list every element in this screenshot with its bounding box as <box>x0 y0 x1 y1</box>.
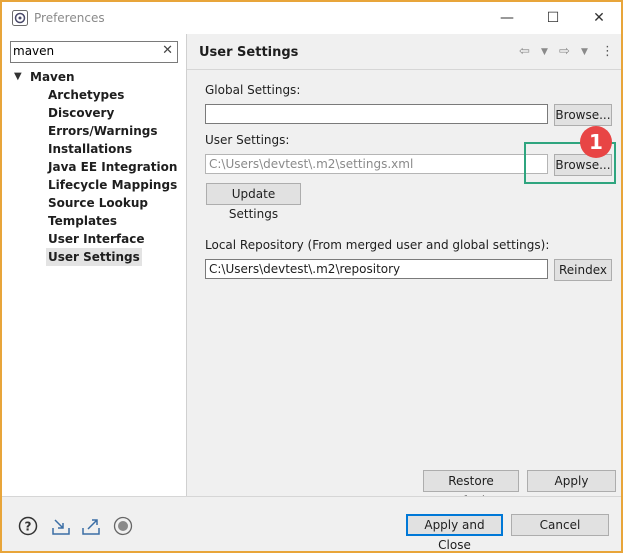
forward-arrow-icon[interactable]: ⇨ <box>559 44 570 59</box>
local-repository-label: Local Repository (From merged user and g… <box>205 238 550 252</box>
preference-page: User Settings ⇦ ▼ ⇨ ▼ ⋮ Global Settings:… <box>187 34 621 508</box>
back-dropdown-icon[interactable]: ▼ <box>541 47 548 57</box>
record-icon[interactable] <box>113 516 133 536</box>
tree-item-templates[interactable]: Templates <box>2 212 186 230</box>
tree-item-lifecycle-mappings[interactable]: Lifecycle Mappings <box>2 176 186 194</box>
tree-item-archetypes[interactable]: Archetypes <box>2 86 186 104</box>
tree-item-java-ee-integration[interactable]: Java EE Integration <box>2 158 186 176</box>
help-icon[interactable]: ? <box>18 516 38 536</box>
local-repository-field: C:\Users\devtest\.m2\repository <box>205 259 548 279</box>
tree-item-user-settings[interactable]: User Settings <box>2 248 186 266</box>
tree-item-user-interface[interactable]: User Interface <box>2 230 186 248</box>
preferences-window: Preferences — ☐ ✕ ✕ ▼ Maven Archetypes D… <box>0 0 623 553</box>
page-title: User Settings <box>199 45 299 60</box>
step-badge: 1 <box>580 126 612 158</box>
title-bar: Preferences — ☐ ✕ <box>2 2 621 34</box>
window-title: Preferences <box>34 11 105 25</box>
user-settings-label: User Settings: <box>205 133 290 147</box>
preference-navigation: ✕ ▼ Maven Archetypes Discovery Errors/Wa… <box>2 34 187 496</box>
minimize-icon[interactable]: — <box>492 6 522 30</box>
cancel-button[interactable]: Cancel <box>511 514 609 536</box>
tree-item-maven[interactable]: ▼ Maven <box>2 68 186 86</box>
update-settings-button[interactable]: Update Settings <box>206 183 301 221</box>
tree-item-installations[interactable]: Installations <box>2 140 186 158</box>
svg-text:?: ? <box>25 520 32 534</box>
dialog-footer: ? Apply and Close Cancel <box>2 496 621 551</box>
filter-field[interactable]: ✕ <box>10 41 178 63</box>
tree-item-discovery[interactable]: Discovery <box>2 104 186 122</box>
export-icon[interactable] <box>81 516 101 536</box>
close-icon[interactable]: ✕ <box>584 6 614 30</box>
apply-button[interactable]: Apply <box>527 470 616 492</box>
eclipse-app-icon <box>12 10 28 26</box>
apply-and-close-button[interactable]: Apply and Close <box>406 514 503 551</box>
clear-filter-icon[interactable]: ✕ <box>162 43 173 58</box>
global-settings-field[interactable] <box>205 104 548 124</box>
reindex-button[interactable]: Reindex <box>554 259 612 281</box>
forward-dropdown-icon[interactable]: ▼ <box>581 47 588 57</box>
tree-item-errors-warnings[interactable]: Errors/Warnings <box>2 122 186 140</box>
header-divider <box>187 69 621 70</box>
maximize-icon[interactable]: ☐ <box>538 6 568 30</box>
page-navigation: ⇦ ▼ ⇨ ▼ ⋮ <box>517 44 617 62</box>
global-browse-button[interactable]: Browse... <box>554 104 612 126</box>
restore-defaults-button[interactable]: Restore Defaults <box>423 470 519 508</box>
user-settings-field[interactable]: C:\Users\devtest\.m2\settings.xml <box>205 154 548 174</box>
chevron-down-icon[interactable]: ▼ <box>14 68 22 86</box>
back-arrow-icon[interactable]: ⇦ <box>519 44 530 59</box>
global-settings-label: Global Settings: <box>205 83 301 97</box>
preference-tree: ▼ Maven Archetypes Discovery Errors/Warn… <box>2 68 186 266</box>
tree-item-source-lookup[interactable]: Source Lookup <box>2 194 186 212</box>
import-icon[interactable] <box>51 516 71 536</box>
filter-input[interactable] <box>13 43 153 59</box>
view-menu-icon[interactable]: ⋮ <box>601 44 614 59</box>
